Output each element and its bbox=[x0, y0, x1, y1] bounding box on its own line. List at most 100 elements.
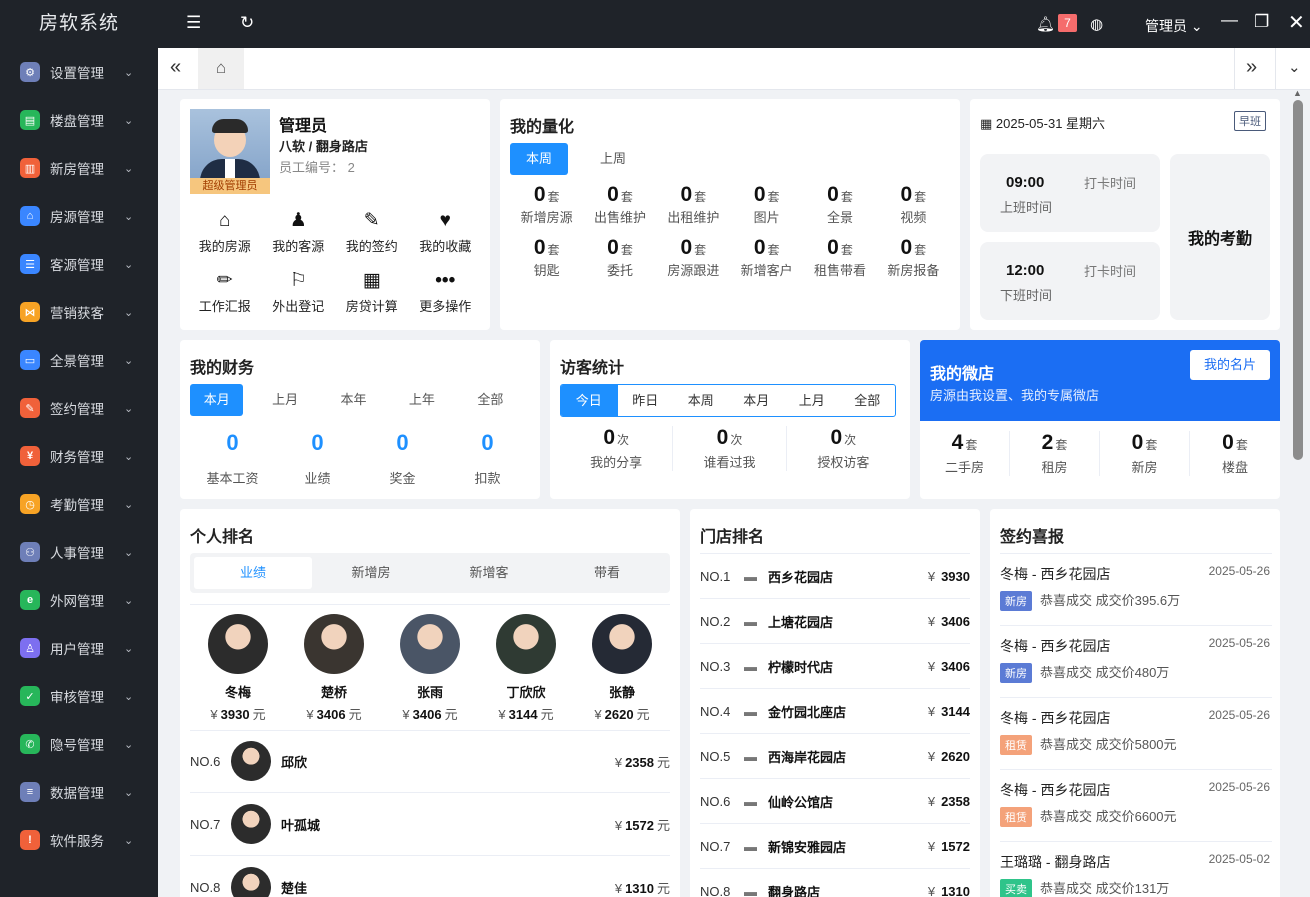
visitor-tab[interactable]: 本周 bbox=[673, 385, 729, 416]
quant-item[interactable]: 0 套钥匙 bbox=[510, 236, 583, 279]
clock-in-box[interactable]: 09:00 上班时间 打卡时间 bbox=[980, 154, 1160, 232]
sidebar-item[interactable]: ≡ 数据管理 ⌄ bbox=[0, 768, 158, 816]
sidebar-item[interactable]: ⌂ 房源管理 ⌄ bbox=[0, 192, 158, 240]
quant-item[interactable]: 0 套租售带看 bbox=[803, 236, 876, 279]
ranking-top-item[interactable]: 冬梅 ¥3930 元 bbox=[190, 614, 286, 723]
finance-tab[interactable]: 本年 bbox=[327, 384, 380, 416]
sidebar-item[interactable]: ¥ 财务管理 ⌄ bbox=[0, 432, 158, 480]
quick-action[interactable]: ✎ 我的签约 bbox=[335, 209, 409, 255]
store-row[interactable]: NO.8 ▬ 翻身路店 ¥1310 bbox=[700, 868, 970, 897]
ranking-row[interactable]: NO.6 邱欣 ¥2358 元 bbox=[190, 730, 670, 793]
page-scrollbar[interactable] bbox=[1293, 100, 1303, 460]
visitor-tab[interactable]: 上月 bbox=[784, 385, 840, 416]
tab-scroll-right-icon[interactable]: » bbox=[1246, 56, 1257, 79]
quant-item[interactable]: 0 套新增客户 bbox=[730, 236, 803, 279]
user-menu[interactable]: 管理员 ⌄ bbox=[1145, 16, 1203, 36]
store-row[interactable]: NO.1 ▬ 西乡花园店 ¥3930 bbox=[700, 553, 970, 598]
bell-icon[interactable]: 🔔︎ bbox=[1036, 15, 1055, 33]
sidebar-item[interactable]: ⚙ 设置管理 ⌄ bbox=[0, 48, 158, 96]
quant-item[interactable]: 0 套出售维护 bbox=[583, 183, 656, 226]
quant-item[interactable]: 0 套出租维护 bbox=[657, 183, 730, 226]
deal-row[interactable]: 冬梅 - 西乡花园店 2025-05-26 租赁 恭喜成交 成交价6600元 bbox=[1000, 769, 1272, 841]
sidebar-item[interactable]: ! 软件服务 ⌄ bbox=[0, 816, 158, 864]
tab-home[interactable]: ⌂ bbox=[198, 48, 244, 89]
ranking-tab[interactable]: 新增客 bbox=[430, 557, 548, 589]
tab-menu-chevron-icon[interactable]: ⌄ bbox=[1288, 58, 1301, 76]
quick-action[interactable]: ♥ 我的收藏 bbox=[409, 209, 483, 255]
sidebar-item[interactable]: ▥ 新房管理 ⌄ bbox=[0, 144, 158, 192]
refresh-icon[interactable]: ↻ bbox=[240, 13, 254, 33]
quant-item[interactable]: 0 套新增房源 bbox=[510, 183, 583, 226]
close-icon[interactable]: ✕ bbox=[1288, 10, 1305, 35]
tab-this-week[interactable]: 本周 bbox=[510, 143, 568, 175]
store-row[interactable]: NO.3 ▬ 柠檬时代店 ¥3406 bbox=[700, 643, 970, 688]
ranking-top-item[interactable]: 张雨 ¥3406 元 bbox=[382, 614, 478, 723]
deal-row[interactable]: 冬梅 - 西乡花园店 2025-05-26 租赁 恭喜成交 成交价5800元 bbox=[1000, 697, 1272, 769]
quick-action[interactable]: ••• 更多操作 bbox=[409, 269, 483, 315]
my-card-button[interactable]: 我的名片 bbox=[1190, 350, 1270, 380]
visitor-tab[interactable]: 本月 bbox=[729, 385, 785, 416]
deal-row[interactable]: 王璐璐 - 翻身路店 2025-05-02 买卖 恭喜成交 成交价131万 bbox=[1000, 841, 1272, 897]
store-row[interactable]: NO.7 ▬ 新锦安雅园店 ¥1572 bbox=[700, 823, 970, 868]
store-icon: ▬ bbox=[744, 568, 757, 584]
clock-out-box[interactable]: 12:00 下班时间 打卡时间 bbox=[980, 242, 1160, 320]
visitor-tab[interactable]: 全部 bbox=[840, 385, 896, 416]
ranking-row[interactable]: NO.8 楚佳 ¥1310 元 bbox=[190, 856, 670, 897]
finance-tab[interactable]: 全部 bbox=[464, 384, 517, 416]
tab-last-week[interactable]: 上周 bbox=[584, 143, 642, 175]
tab-scroll-left-icon[interactable]: « bbox=[170, 56, 181, 79]
quick-action[interactable]: ✏ 工作汇报 bbox=[188, 269, 262, 315]
ranking-top-item[interactable]: 张静 ¥2620 元 bbox=[574, 614, 670, 723]
ranking-top-item[interactable]: 丁欣欣 ¥3144 元 bbox=[478, 614, 574, 723]
sidebar-item[interactable]: e 外网管理 ⌄ bbox=[0, 576, 158, 624]
quant-item[interactable]: 0 套图片 bbox=[730, 183, 803, 226]
store-row[interactable]: NO.2 ▬ 上塘花园店 ¥3406 bbox=[700, 598, 970, 643]
microstore-item[interactable]: 2 套租房 bbox=[1010, 431, 1100, 476]
quant-item[interactable]: 0 套全景 bbox=[803, 183, 876, 226]
visitor-title: 访客统计 bbox=[560, 360, 625, 377]
sidebar-item[interactable]: ▭ 全景管理 ⌄ bbox=[0, 336, 158, 384]
sidebar-item[interactable]: ◷ 考勤管理 ⌄ bbox=[0, 480, 158, 528]
microstore-item[interactable]: 0 套新房 bbox=[1100, 431, 1190, 476]
store-row[interactable]: NO.5 ▬ 西海岸花园店 ¥2620 bbox=[700, 733, 970, 778]
quant-title: 我的量化 bbox=[510, 119, 575, 136]
ranking-tab[interactable]: 新增房 bbox=[312, 557, 430, 589]
sidebar-item[interactable]: ✆ 隐号管理 ⌄ bbox=[0, 720, 158, 768]
finance-tab[interactable]: 上年 bbox=[395, 384, 448, 416]
quick-action[interactable]: ♟ 我的客源 bbox=[262, 209, 336, 255]
sidebar-item[interactable]: ☰ 客源管理 ⌄ bbox=[0, 240, 158, 288]
quick-action[interactable]: ▦ 房贷计算 bbox=[335, 269, 409, 315]
store-row[interactable]: NO.6 ▬ 仙岭公馆店 ¥2358 bbox=[700, 778, 970, 823]
microstore-item[interactable]: 4 套二手房 bbox=[920, 431, 1010, 476]
quick-action[interactable]: ⚐ 外出登记 bbox=[262, 269, 336, 315]
ranking-top-item[interactable]: 楚桥 ¥3406 元 bbox=[286, 614, 382, 723]
store-row[interactable]: NO.4 ▬ 金竹园北座店 ¥3144 bbox=[700, 688, 970, 733]
my-attendance-button[interactable]: 我的考勤 bbox=[1170, 154, 1270, 320]
sidebar-item[interactable]: ▤ 楼盘管理 ⌄ bbox=[0, 96, 158, 144]
ranking-row[interactable]: NO.7 叶孤城 ¥1572 元 bbox=[190, 793, 670, 856]
collapse-menu-icon[interactable]: ☰ bbox=[186, 13, 201, 33]
scroll-up-icon[interactable]: ▲ bbox=[1293, 88, 1302, 98]
sidebar-item[interactable]: ✓ 审核管理 ⌄ bbox=[0, 672, 158, 720]
sidebar-item[interactable]: ✎ 签约管理 ⌄ bbox=[0, 384, 158, 432]
deal-row[interactable]: 冬梅 - 西乡花园店 2025-05-26 新房 恭喜成交 成交价395.6万 bbox=[1000, 553, 1272, 625]
ranking-tab[interactable]: 带看 bbox=[548, 557, 666, 589]
quick-action[interactable]: ⌂ 我的房源 bbox=[188, 209, 262, 255]
minimize-icon[interactable]: — bbox=[1221, 10, 1238, 30]
sidebar-item[interactable]: ⋈ 营销获客 ⌄ bbox=[0, 288, 158, 336]
palette-icon[interactable]: ◍ bbox=[1090, 15, 1103, 33]
quant-item[interactable]: 0 套委托 bbox=[583, 236, 656, 279]
finance-tab[interactable]: 本月 bbox=[190, 384, 244, 416]
visitor-tab[interactable]: 今日 bbox=[561, 385, 617, 416]
visitor-tab[interactable]: 昨日 bbox=[616, 385, 674, 416]
deal-row[interactable]: 冬梅 - 西乡花园店 2025-05-26 新房 恭喜成交 成交价480万 bbox=[1000, 625, 1272, 697]
maximize-icon[interactable]: ❐ bbox=[1254, 12, 1269, 32]
sidebar-item[interactable]: ⚇ 人事管理 ⌄ bbox=[0, 528, 158, 576]
quant-item[interactable]: 0 套房源跟进 bbox=[657, 236, 730, 279]
quant-item[interactable]: 0 套新房报备 bbox=[877, 236, 950, 279]
microstore-item[interactable]: 0 套楼盘 bbox=[1190, 431, 1280, 476]
ranking-tab[interactable]: 业绩 bbox=[194, 557, 312, 589]
finance-tab[interactable]: 上月 bbox=[258, 384, 311, 416]
sidebar-item[interactable]: ♙ 用户管理 ⌄ bbox=[0, 624, 158, 672]
quant-item[interactable]: 0 套视频 bbox=[877, 183, 950, 226]
